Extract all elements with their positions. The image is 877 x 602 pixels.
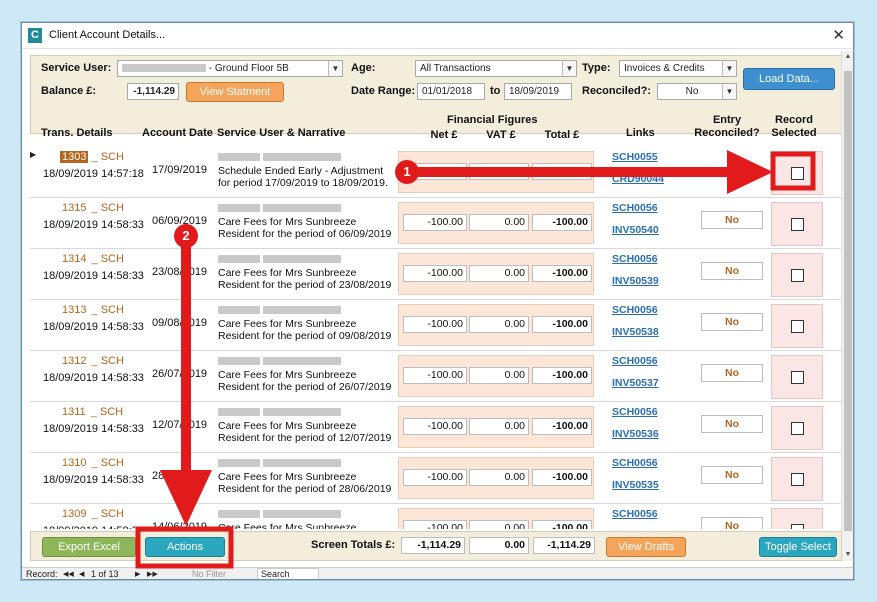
step-badge-1: 1 — [395, 160, 419, 184]
annotation-overlay — [135, 150, 816, 569]
highlight-actions-button — [135, 526, 234, 569]
highlight-record-checkbox — [770, 151, 816, 191]
arrow-2-head — [160, 470, 212, 526]
step-badge-2: 2 — [174, 224, 198, 248]
arrow-1-head — [727, 150, 773, 194]
